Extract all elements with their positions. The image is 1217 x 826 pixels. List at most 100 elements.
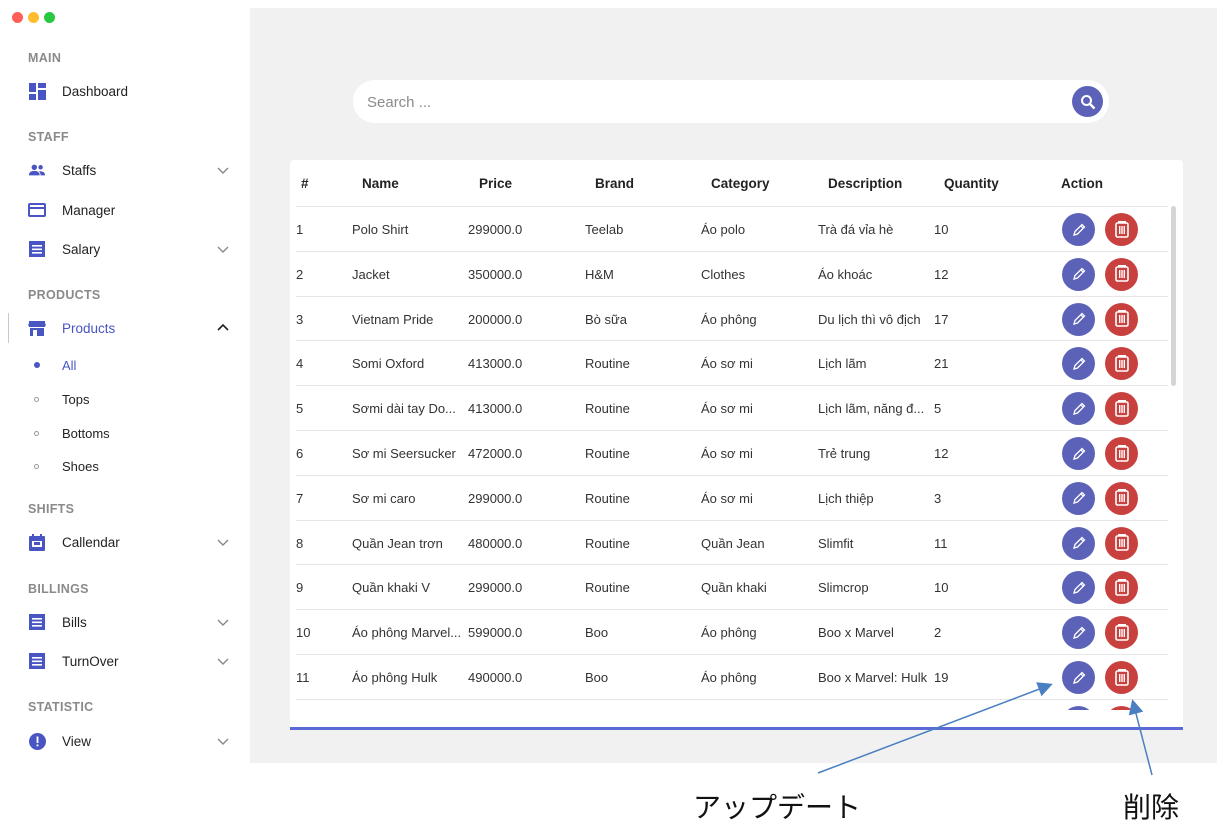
table-row: 7 Sơ mi caro 299000.0 Routine Áo sơ mi Lịch t… [296, 474, 1168, 520]
cell-quantity: 10 [934, 580, 949, 596]
sidebar-subitem-shoes[interactable]: Shoes [0, 454, 250, 478]
maximize-window-button[interactable] [44, 12, 55, 23]
sidebar-item-bills[interactable]: Bills [0, 607, 250, 637]
pencil-icon [1072, 581, 1085, 594]
bullet-icon [34, 362, 40, 368]
trash-icon [1114, 310, 1129, 327]
delete-button[interactable] [1105, 705, 1138, 710]
delete-button[interactable] [1105, 213, 1138, 246]
cell-brand: Routine [585, 580, 630, 596]
trash-icon [1114, 534, 1129, 551]
column-header-category: Category [711, 176, 770, 191]
edit-button[interactable] [1062, 481, 1095, 515]
cell-quantity: 17 [934, 311, 949, 327]
edit-button[interactable] [1062, 257, 1095, 291]
sidebar-subitem-tops[interactable]: Tops [0, 387, 250, 411]
cell-category: Áo phông [701, 625, 757, 641]
cell-description: Áo khoác [818, 266, 873, 282]
edit-button[interactable] [1062, 616, 1095, 650]
sidebar-subitem-bottoms[interactable]: Bottoms [0, 421, 250, 445]
bullet-icon [34, 430, 39, 436]
sidebar-item-label: Salary [62, 241, 101, 257]
cell-category: Áo phông [701, 670, 757, 685]
cell-quantity: 19 [934, 670, 949, 685]
cell-category: Áo sơ mi [701, 401, 753, 417]
minimize-window-button[interactable] [28, 12, 39, 23]
sidebar-item-dashboard[interactable]: Dashboard [0, 76, 250, 106]
cell-name: Jacket [352, 266, 390, 282]
pencil-icon [1072, 447, 1085, 460]
delete-button[interactable] [1105, 661, 1138, 694]
pencil-icon [1072, 491, 1085, 505]
edit-button[interactable] [1062, 526, 1095, 560]
cell-index: 10 [296, 625, 311, 641]
cell-description: Lịch lãm, năng đ... [818, 401, 925, 417]
cell-brand: Routine [585, 535, 630, 551]
cell-brand: Routine [585, 490, 630, 506]
cell-name: Polo Shirt [352, 222, 409, 237]
cell-brand: H&M [585, 266, 614, 282]
chevron-down-icon [217, 539, 229, 546]
close-window-button[interactable] [12, 12, 23, 23]
sidebar-item-manager[interactable]: Manager [0, 195, 250, 225]
delete-button[interactable] [1105, 437, 1138, 470]
cell-index: 9 [296, 580, 304, 596]
sidebar-item-label: TurnOver [62, 653, 119, 669]
app-window: MAIN Dashboard STAFF Staffs Manager Sala… [0, 0, 1217, 826]
cell-index: 1 [296, 222, 304, 237]
edit-button[interactable] [1062, 437, 1095, 470]
sidebar-item-staffs[interactable]: Staffs [0, 155, 250, 185]
edit-button[interactable] [1062, 661, 1095, 694]
cell-category: Clothes [701, 266, 746, 282]
edit-button[interactable] [1062, 347, 1095, 381]
cell-quantity: 3 [934, 490, 942, 506]
table-row: 4 Somi Oxford 413000.0 Routine Áo sơ mi Lịch … [296, 340, 1168, 385]
delete-button[interactable] [1105, 526, 1138, 560]
cell-index: 5 [296, 401, 304, 417]
table-row: 9 Quần khaki V 299000.0 Routine Quần khaki Sl… [296, 564, 1168, 609]
pencil-icon [1072, 267, 1085, 281]
sidebar-item-turnover[interactable]: TurnOver [0, 646, 250, 676]
sidebar-subitem-label: Shoes [62, 458, 99, 474]
cell-name: Áo phông Marvel... [352, 625, 462, 641]
cell-price: 413000.0 [468, 356, 523, 372]
delete-button[interactable] [1105, 616, 1138, 650]
sidebar-item-callendar[interactable]: Callendar [0, 527, 250, 557]
cell-description: Trà đá vỉa hè [818, 222, 894, 237]
column-header-description: Description [828, 176, 903, 191]
edit-button[interactable] [1062, 302, 1095, 336]
delete-button[interactable] [1105, 302, 1138, 336]
section-title-billings: BILLINGS [28, 582, 89, 596]
section-title-products: PRODUCTS [28, 288, 101, 302]
delete-button[interactable] [1105, 571, 1138, 605]
edit-button[interactable] [1062, 705, 1095, 710]
search-input[interactable] [367, 88, 1047, 116]
edit-button[interactable] [1062, 571, 1095, 605]
sidebar-subitem-all[interactable]: All [0, 353, 250, 377]
list-icon [28, 240, 46, 258]
sidebar-item-products[interactable]: Products [0, 313, 250, 343]
delete-button[interactable] [1105, 481, 1138, 515]
delete-button[interactable] [1105, 257, 1138, 291]
delete-button[interactable] [1105, 347, 1138, 381]
sidebar-item-label: Products [62, 320, 116, 336]
edit-button[interactable] [1062, 213, 1095, 246]
sidebar-item-view[interactable]: View [0, 726, 250, 756]
delete-button[interactable] [1105, 392, 1138, 426]
search-bar [353, 80, 1109, 123]
bullet-icon [34, 396, 39, 402]
sidebar-item-salary[interactable]: Salary [0, 234, 250, 264]
cell-quantity: 11 [934, 535, 948, 551]
chevron-up-icon [217, 323, 229, 331]
chevron-down-icon [217, 738, 229, 745]
cell-index: 3 [296, 311, 304, 327]
section-title-staff: STAFF [28, 130, 69, 144]
sidebar-subitem-label: Bottoms [62, 425, 110, 441]
trash-icon [1114, 668, 1129, 686]
table-scrollbar[interactable] [1171, 206, 1176, 386]
trash-icon [1114, 399, 1129, 417]
edit-button[interactable] [1062, 392, 1095, 426]
card-icon [28, 201, 46, 219]
search-button[interactable] [1072, 86, 1103, 117]
cell-price: 299000.0 [468, 222, 523, 237]
